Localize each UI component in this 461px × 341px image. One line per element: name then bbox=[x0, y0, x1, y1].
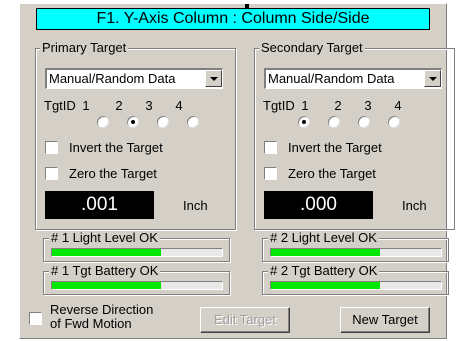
reverse-direction-checkbox[interactable] bbox=[29, 312, 42, 325]
primary-target-label: Primary Target bbox=[40, 40, 129, 56]
dialog-panel: F1. Y-Axis Column : Column Side/Side Pri… bbox=[19, 3, 455, 339]
secondary-target-group: Secondary Target Manual/Random Data TgtI… bbox=[254, 40, 455, 230]
secondary-readout: .000 bbox=[264, 191, 373, 219]
primary-tgt-number-2: 2 bbox=[115, 98, 123, 113]
secondary-tgt-radio-3[interactable] bbox=[357, 115, 371, 129]
secondary-target-label: Secondary Target bbox=[259, 40, 365, 56]
primary-target-select[interactable]: Manual/Random Data bbox=[45, 68, 223, 89]
primary-invert-label: Invert the Target bbox=[69, 140, 163, 155]
primary-light-level-status: # 1 Light Level OK bbox=[43, 231, 230, 262]
primary-light-level-label: # 1 Light Level OK bbox=[49, 230, 160, 245]
secondary-select-value: Manual/Random Data bbox=[268, 71, 395, 86]
secondary-tgt-radio-4[interactable] bbox=[387, 115, 401, 129]
primary-readout: .001 bbox=[45, 191, 154, 219]
secondary-tgt-number-4: 4 bbox=[394, 98, 402, 113]
secondary-zero-label: Zero the Target bbox=[288, 166, 376, 181]
secondary-light-level-fill bbox=[271, 249, 380, 256]
edit-target-button[interactable]: Edit Target bbox=[200, 307, 290, 333]
primary-unit: Inch bbox=[183, 198, 208, 213]
secondary-tgt-radio-2[interactable] bbox=[327, 115, 341, 129]
primary-tgt-radio-1[interactable] bbox=[96, 115, 110, 129]
primary-tgt-radio-4[interactable] bbox=[186, 115, 200, 129]
primary-battery-bar bbox=[51, 281, 223, 290]
secondary-battery-bar bbox=[270, 281, 442, 290]
primary-tgt-radio-3[interactable] bbox=[156, 115, 170, 129]
secondary-battery-status: # 2 Tgt Battery OK bbox=[262, 264, 449, 295]
secondary-tgt-number-2: 2 bbox=[334, 98, 342, 113]
secondary-battery-label: # 2 Tgt Battery OK bbox=[268, 263, 380, 278]
secondary-battery-fill bbox=[271, 282, 380, 289]
primary-target-group: Primary Target Manual/Random Data TgtID … bbox=[35, 40, 236, 230]
primary-tgt-number-1: 1 bbox=[82, 98, 90, 113]
secondary-tgt-number-3: 3 bbox=[364, 98, 372, 113]
secondary-unit: Inch bbox=[402, 198, 427, 213]
primary-battery-status: # 1 Tgt Battery OK bbox=[43, 264, 230, 295]
reverse-direction-label-line2: of Fwd Motion bbox=[50, 316, 132, 331]
secondary-tgt-number-1: 1 bbox=[301, 98, 309, 113]
secondary-invert-label: Invert the Target bbox=[288, 140, 382, 155]
reverse-direction-label[interactable]: Reverse Direction of Fwd Motion bbox=[50, 303, 153, 331]
chevron-down-icon[interactable] bbox=[205, 70, 222, 87]
window-title: F1. Y-Axis Column : Column Side/Side bbox=[36, 8, 430, 30]
primary-tgt-radio-2[interactable] bbox=[126, 115, 140, 129]
primary-zero-checkbox[interactable] bbox=[45, 167, 58, 180]
primary-battery-label: # 1 Tgt Battery OK bbox=[49, 263, 161, 278]
primary-tgt-number-3: 3 bbox=[145, 98, 153, 113]
primary-zero-label: Zero the Target bbox=[69, 166, 157, 181]
primary-invert-checkbox[interactable] bbox=[45, 141, 58, 154]
primary-tgtid-label: TgtID bbox=[44, 98, 76, 113]
primary-light-level-fill bbox=[52, 249, 161, 256]
primary-tgt-number-4: 4 bbox=[175, 98, 183, 113]
chevron-down-icon[interactable] bbox=[424, 70, 441, 87]
reverse-direction-label-line1: Reverse Direction bbox=[50, 302, 154, 317]
secondary-zero-checkbox[interactable] bbox=[264, 167, 277, 180]
new-target-button[interactable]: New Target bbox=[340, 307, 430, 333]
secondary-light-level-label: # 2 Light Level OK bbox=[268, 230, 379, 245]
secondary-tgtid-label: TgtID bbox=[263, 98, 295, 113]
primary-battery-fill bbox=[52, 282, 161, 289]
secondary-target-select[interactable]: Manual/Random Data bbox=[264, 68, 442, 89]
primary-light-level-bar bbox=[51, 248, 223, 257]
secondary-light-level-status: # 2 Light Level OK bbox=[262, 231, 449, 262]
secondary-light-level-bar bbox=[270, 248, 442, 257]
secondary-invert-checkbox[interactable] bbox=[264, 141, 277, 154]
secondary-tgt-radio-1[interactable] bbox=[297, 115, 311, 129]
primary-select-value: Manual/Random Data bbox=[49, 71, 176, 86]
